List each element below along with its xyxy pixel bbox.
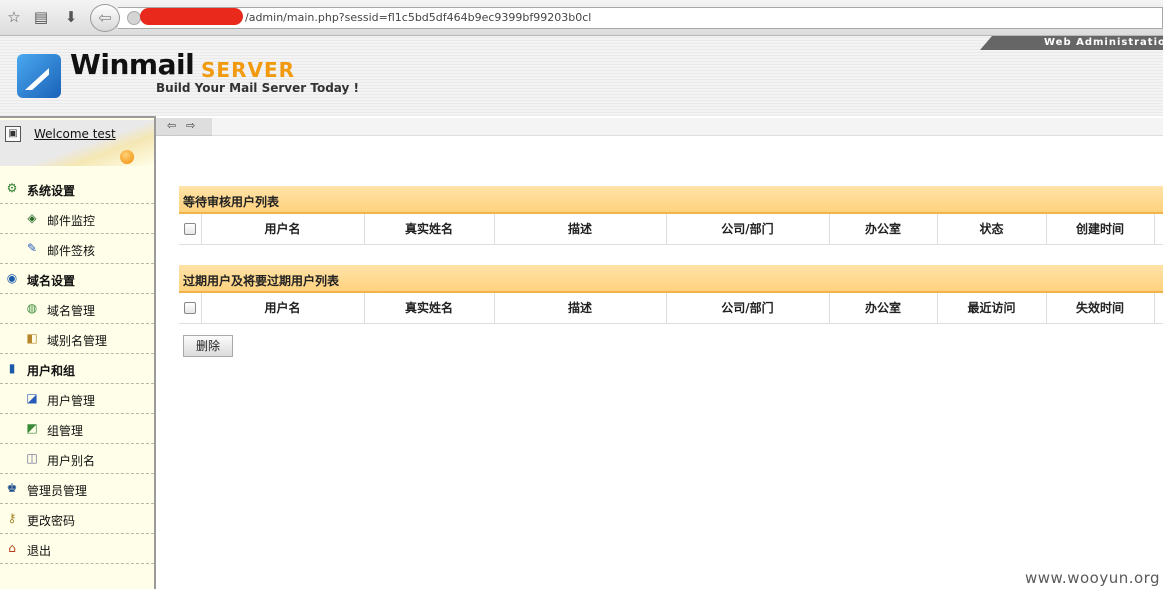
watermark: www.wooyun.org [1025,569,1161,587]
mail-approve-icon: ✎ [26,241,38,255]
user-alias-icon: ◫ [26,451,38,465]
home-icon: ⌂ [8,541,16,555]
orange-dot-icon [120,150,134,164]
column-header[interactable]: 描述 [494,214,667,245]
browser-toolbar: ☆ ▤ ⬇ ⇦ /admin/main.php?sessid=fl1c5bd5d… [0,0,1163,36]
column-header[interactable]: 状态 [937,214,1047,245]
select-all-checkbox[interactable] [179,214,202,245]
table-header-row: 用户名 真实姓名 描述 公司/部门 办公室 最近访问 失效时间 [179,293,1163,324]
tagline: Build Your Mail Server Today ! [156,81,359,95]
sidebar-item-domain-alias[interactable]: ◧ 域别名管理 [0,324,154,354]
frame-toolbar: ⇦ ⇨ [156,118,212,136]
welcome-bar: ▣ Welcome test [0,120,154,166]
column-header[interactable]: 真实姓名 [364,214,495,245]
download-icon[interactable]: ⬇ [62,8,80,26]
sidebar-item-group-manage[interactable]: ◩ 组管理 [0,414,154,444]
key-icon: ⚷ [7,511,17,525]
back-arrow-icon[interactable]: ⇦ [90,4,120,32]
domain-manage-icon: ◍ [26,301,38,315]
back-icon[interactable]: ⇦ [167,119,176,132]
pending-users-table: 用户名 真实姓名 描述 公司/部门 办公室 状态 创建时间 [179,214,1163,245]
sidebar-item-logout[interactable]: ⌂ 退出 [0,534,154,564]
column-header[interactable]: 公司/部门 [666,214,830,245]
frame-toolbar-strip [212,118,1163,136]
column-header[interactable]: 办公室 [829,214,938,245]
column-header[interactable]: 用户名 [201,293,365,324]
column-header[interactable]: 失效时间 [1046,293,1155,324]
pending-users-title: 等待审核用户列表 [179,186,1163,214]
winmail-logo-icon [17,54,61,98]
app-header: Web Administration Winmail SERVER Build … [0,36,1163,116]
web-admin-label: Web Administration [1044,37,1163,48]
column-header[interactable]: 创建时间 [1046,214,1155,245]
sidebar-item-user-manage[interactable]: ◪ 用户管理 [0,384,154,414]
site-identity-icon[interactable] [127,11,141,25]
column-header-end [1154,293,1163,324]
redacted-host [140,8,243,25]
domain-alias-icon: ◧ [26,331,38,345]
column-header[interactable]: 描述 [494,293,667,324]
column-header[interactable]: 用户名 [201,214,365,245]
column-header-end [1154,214,1163,245]
column-header[interactable]: 最近访问 [937,293,1047,324]
sidebar-item-domain-settings[interactable]: ◉ 域名设置 [0,264,154,294]
sidebar-item-change-password[interactable]: ⚷ 更改密码 [0,504,154,534]
sidebar-item-mail-monitor[interactable]: ◈ 邮件监控 [0,204,154,234]
admin-icon: ♚ [6,481,18,495]
brand-name: Winmail [70,48,195,81]
sidebar: ▣ Welcome test ⚙ 系统设置 ◈ 邮件监控 ✎ 邮件签核 ◉ 域名… [0,116,156,589]
expired-users-section: 过期用户及将要过期用户列表 用户名 真实姓名 描述 公司/部门 办公室 最近访问… [179,265,1163,324]
sidebar-item-mail-approve[interactable]: ✎ 邮件签核 [0,234,154,264]
pending-users-section: 等待审核用户列表 用户名 真实姓名 描述 公司/部门 办公室 状态 创建时间 [179,186,1163,245]
product-name: SERVER [201,58,296,82]
welcome-link[interactable]: Welcome test [34,127,116,141]
mail-monitor-icon: ◈ [27,211,37,225]
domain-icon: ◉ [6,271,18,285]
forward-icon[interactable]: ⇨ [186,119,195,132]
settings-icon: ⚙ [6,181,18,195]
delete-button[interactable]: 删除 [183,335,233,357]
reading-list-icon[interactable]: ▤ [32,8,50,26]
sidebar-item-users-groups[interactable]: ▮ 用户和组 [0,354,154,384]
column-header[interactable]: 公司/部门 [666,293,830,324]
select-all-checkbox[interactable] [179,293,202,324]
sidebar-item-domain-manage[interactable]: ◍ 域名管理 [0,294,154,324]
column-header[interactable]: 真实姓名 [364,293,495,324]
user-manage-icon: ◪ [26,391,38,405]
table-header-row: 用户名 真实姓名 描述 公司/部门 办公室 状态 创建时间 [179,214,1163,245]
star-icon[interactable]: ☆ [5,8,23,26]
sidebar-item-system-settings[interactable]: ⚙ 系统设置 [0,174,154,204]
group-manage-icon: ◩ [26,421,38,435]
expired-users-title: 过期用户及将要过期用户列表 [179,265,1163,293]
url-text[interactable]: /admin/main.php?sessid=fl1c5bd5df464b9ec… [245,11,591,24]
sidebar-item-user-alias[interactable]: ◫ 用户别名 [0,444,154,474]
sidebar-item-admin-manage[interactable]: ♚ 管理员管理 [0,474,154,504]
column-header[interactable]: 办公室 [829,293,938,324]
user-card-icon: ▣ [5,126,21,142]
users-groups-icon: ▮ [8,361,16,375]
expired-users-table: 用户名 真实姓名 描述 公司/部门 办公室 最近访问 失效时间 [179,293,1163,324]
